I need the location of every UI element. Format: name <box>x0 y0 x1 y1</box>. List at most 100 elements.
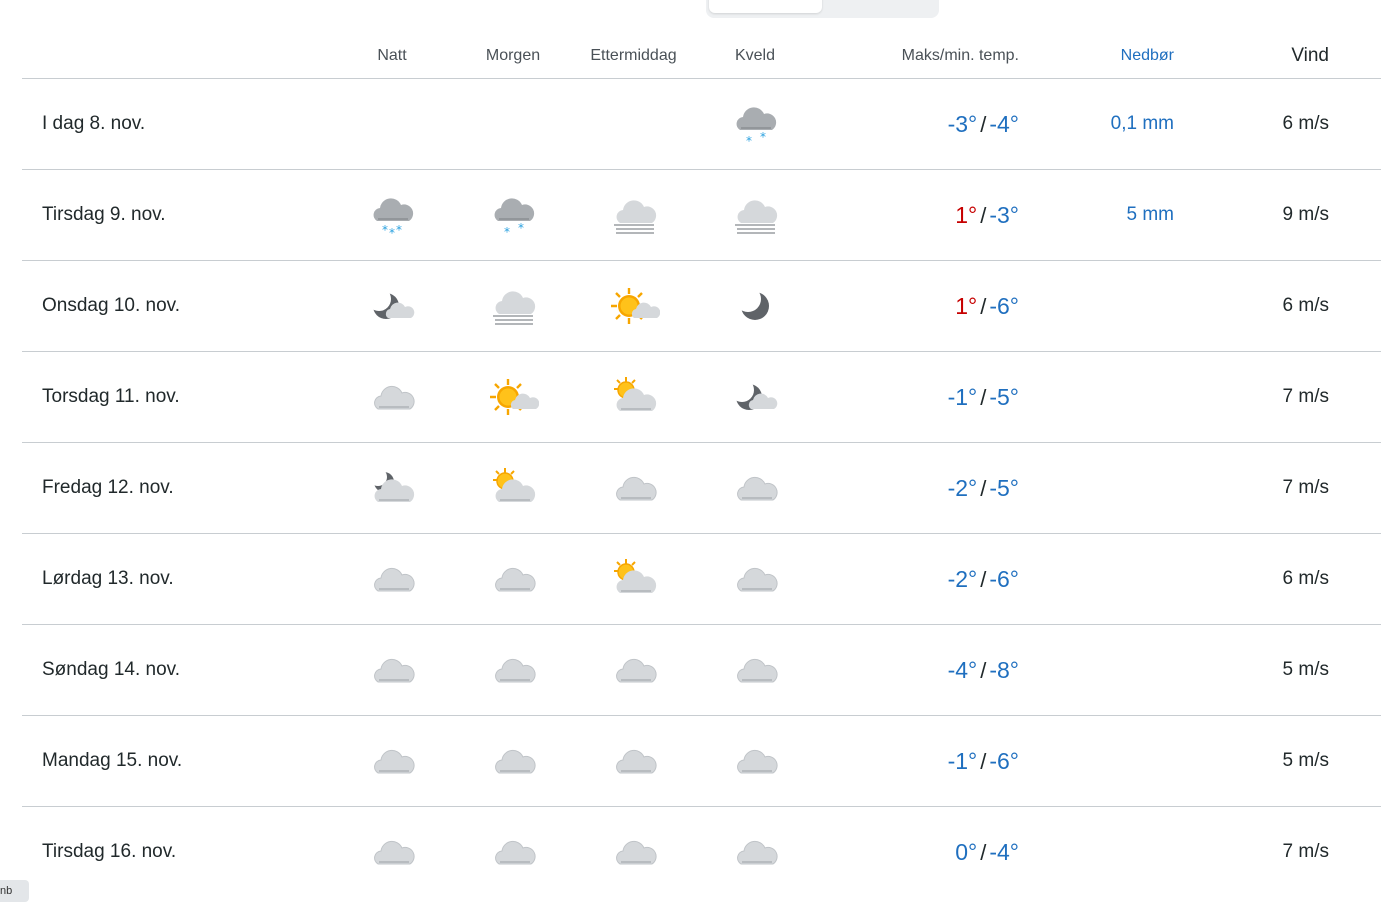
temperature-separator: / <box>980 839 987 865</box>
symbol-evening <box>694 533 816 625</box>
max-temperature: -1° <box>947 383 978 410</box>
symbol-evening <box>694 442 816 534</box>
symbol-morning <box>453 624 573 716</box>
precipitation-value <box>1019 442 1174 534</box>
forecast-row[interactable]: Tirsdag 16. nov. 0° / -4° 7 m/s <box>22 807 1381 898</box>
temperature-cell: -2° / -5° <box>816 442 1019 534</box>
min-temperature: -8° <box>989 656 1019 683</box>
cloud-icon <box>608 646 660 694</box>
header-night: Natt <box>331 34 453 79</box>
symbol-afternoon <box>573 260 694 352</box>
temperature-separator: / <box>980 111 987 137</box>
max-temperature: -2° <box>947 474 978 501</box>
temperature-cell: -1° / -5° <box>816 351 1019 443</box>
symbol-afternoon <box>573 715 694 807</box>
symbol-afternoon <box>573 78 694 170</box>
precipitation-value <box>1019 807 1174 898</box>
symbol-afternoon <box>573 533 694 625</box>
view-tab-active[interactable] <box>709 0 822 13</box>
symbol-morning <box>453 78 573 170</box>
view-tabs <box>706 0 939 18</box>
cloud-snow-icon: * * <box>487 191 539 239</box>
temperature-cell: 0° / -4° <box>816 807 1019 898</box>
symbol-night <box>331 624 453 716</box>
wind-value: 6 m/s <box>1174 260 1381 352</box>
max-temperature: -3° <box>947 110 978 137</box>
forecast-row[interactable]: Torsdag 11. nov. -1° / -5° 7 m/s <box>22 351 1381 443</box>
sun-behind-cloud-icon <box>487 464 539 512</box>
moon-cloud-icon <box>366 282 418 330</box>
cloud-icon <box>608 464 660 512</box>
cloud-icon <box>608 737 660 785</box>
symbol-morning <box>453 442 573 534</box>
header-wind: Vind <box>1174 34 1381 79</box>
header-morning: Morgen <box>453 34 573 79</box>
forecast-header-row: Natt Morgen Ettermiddag Kveld Maks/min. … <box>22 34 1381 79</box>
cloud-icon <box>366 828 418 876</box>
wind-value: 7 m/s <box>1174 351 1381 443</box>
min-temperature: -6° <box>989 565 1019 592</box>
precipitation-value <box>1019 351 1174 443</box>
symbol-morning <box>453 260 573 352</box>
cloud-heavy-snow-icon: * * * <box>366 191 418 239</box>
precipitation-value: 0,1 mm <box>1019 78 1174 170</box>
precipitation-value <box>1019 260 1174 352</box>
header-precipitation: Nedbør <box>1019 34 1174 79</box>
forecast-row[interactable]: Søndag 14. nov. -4° / -8° 5 m/s <box>22 624 1381 716</box>
day-label: Fredag 12. nov. <box>22 442 331 534</box>
symbol-night <box>331 442 453 534</box>
precipitation-value <box>1019 715 1174 807</box>
temperature-separator: / <box>980 475 987 501</box>
symbol-evening: * * <box>694 78 816 170</box>
temperature-cell: -3° / -4° <box>816 78 1019 170</box>
cloud-icon <box>487 828 539 876</box>
forecast-row[interactable]: Mandag 15. nov. -1° / -6° 5 m/s <box>22 715 1381 807</box>
day-label: I dag 8. nov. <box>22 78 331 170</box>
forecast-row[interactable]: Fredag 12. nov. -2° / -5° 7 m/s <box>22 442 1381 534</box>
cloud-icon <box>487 555 539 603</box>
fog-icon <box>729 191 781 239</box>
max-temperature: -1° <box>947 747 978 774</box>
temperature-separator: / <box>980 657 987 683</box>
symbol-evening <box>694 169 816 261</box>
fog-icon <box>608 191 660 239</box>
forecast-row[interactable]: Onsdag 10. nov. 1° / -6° 6 m/s <box>22 260 1381 352</box>
header-evening: Kveld <box>694 34 816 79</box>
symbol-morning <box>453 715 573 807</box>
wind-value: 5 m/s <box>1174 624 1381 716</box>
svg-text:*: * <box>518 221 524 235</box>
min-temperature: -4° <box>989 110 1019 137</box>
symbol-night <box>331 533 453 625</box>
symbol-morning: * * <box>453 169 573 261</box>
day-label: Mandag 15. nov. <box>22 715 331 807</box>
symbol-evening <box>694 715 816 807</box>
symbol-evening <box>694 260 816 352</box>
symbol-night <box>331 260 453 352</box>
day-label: Tirsdag 9. nov. <box>22 169 331 261</box>
forecast-row[interactable]: Tirsdag 9. nov. * * * * * 1° / -3° 5 mm 9 m/s <box>22 169 1381 261</box>
min-temperature: -6° <box>989 747 1019 774</box>
min-temperature: -5° <box>989 474 1019 501</box>
forecast-row[interactable]: Lørdag 13. nov. -2° / -6° 6 m/s <box>22 533 1381 625</box>
temperature-cell: 1° / -3° <box>816 169 1019 261</box>
temperature-cell: -2° / -6° <box>816 533 1019 625</box>
symbol-night <box>331 807 453 898</box>
wind-value: 6 m/s <box>1174 78 1381 170</box>
precipitation-value <box>1019 624 1174 716</box>
cloud-snow-icon: * * <box>729 100 781 148</box>
temperature-separator: / <box>980 202 987 228</box>
svg-text:*: * <box>389 226 395 239</box>
sun-behind-cloud-icon <box>608 373 660 421</box>
moon-cloud-icon <box>729 373 781 421</box>
forecast-table: Natt Morgen Ettermiddag Kveld Maks/min. … <box>22 34 1381 897</box>
forecast-row[interactable]: I dag 8. nov. * * -3° / -4° 0,1 mm 6 m/s <box>22 78 1381 170</box>
symbol-evening <box>694 624 816 716</box>
symbol-afternoon <box>573 624 694 716</box>
temperature-cell: 1° / -6° <box>816 260 1019 352</box>
temperature-separator: / <box>980 384 987 410</box>
cloud-icon <box>729 828 781 876</box>
temperature-cell: -1° / -6° <box>816 715 1019 807</box>
temperature-separator: / <box>980 293 987 319</box>
day-label: Tirsdag 16. nov. <box>42 841 177 862</box>
corner-badge[interactable]: nb <box>0 880 29 902</box>
